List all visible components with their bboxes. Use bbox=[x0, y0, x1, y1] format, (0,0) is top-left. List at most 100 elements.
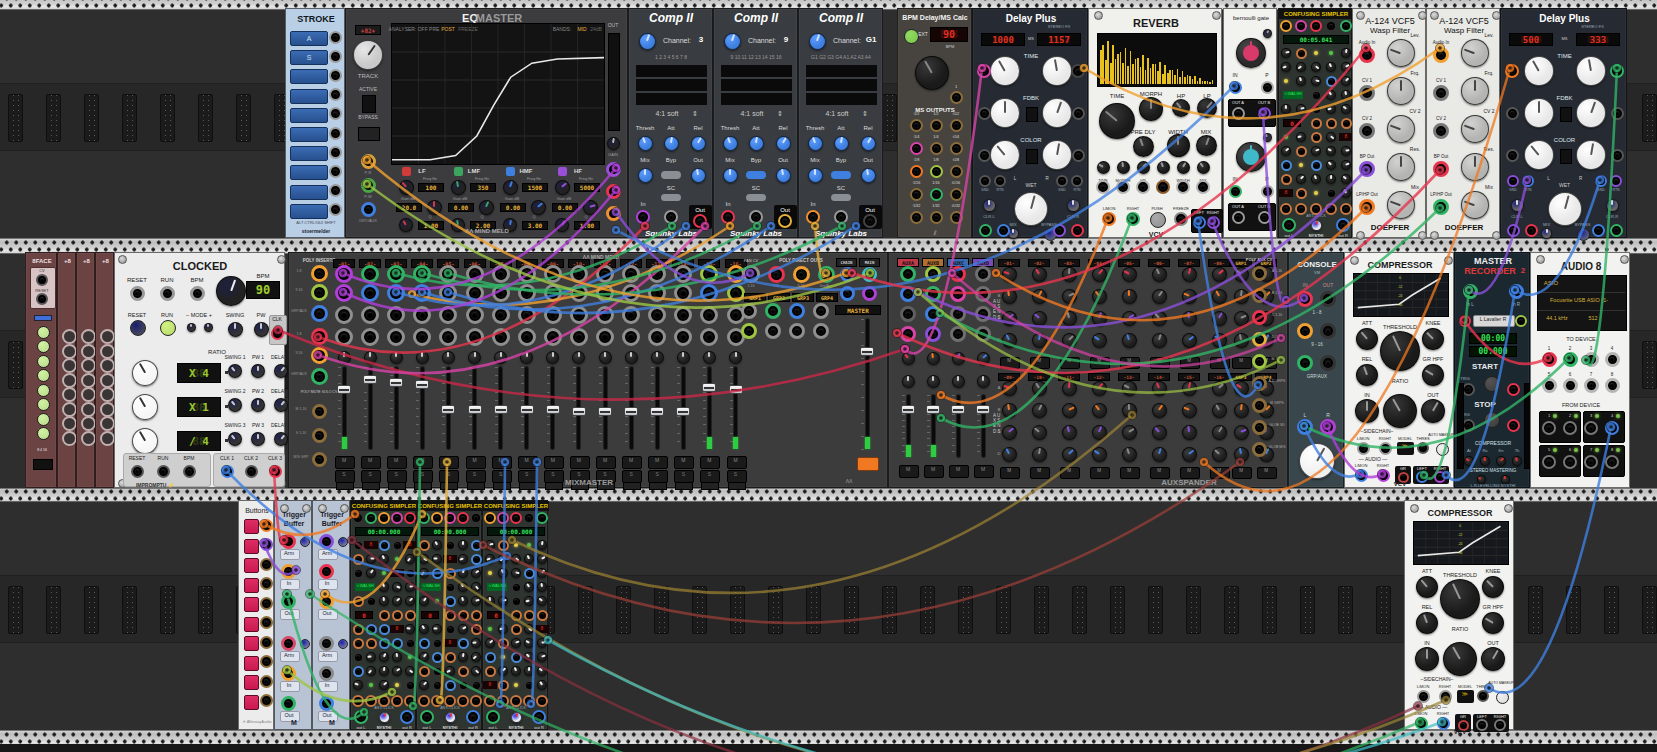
port[interactable] bbox=[485, 652, 496, 663]
port[interactable] bbox=[281, 696, 296, 711]
port[interactable] bbox=[1311, 118, 1322, 129]
port[interactable] bbox=[511, 624, 522, 635]
button[interactable] bbox=[37, 413, 50, 426]
port[interactable] bbox=[863, 214, 877, 228]
trigger-button[interactable] bbox=[244, 597, 259, 612]
knob[interactable] bbox=[1002, 289, 1017, 304]
knob[interactable] bbox=[1422, 364, 1444, 386]
knob[interactable] bbox=[1341, 104, 1351, 114]
knob[interactable] bbox=[1548, 192, 1582, 226]
knob[interactable] bbox=[458, 554, 468, 564]
port[interactable] bbox=[1605, 378, 1620, 393]
port[interactable] bbox=[445, 582, 456, 593]
port[interactable] bbox=[352, 512, 364, 524]
knob[interactable] bbox=[485, 596, 495, 606]
knob[interactable] bbox=[1299, 443, 1335, 479]
knob[interactable] bbox=[442, 351, 455, 364]
knob[interactable] bbox=[1576, 140, 1606, 170]
knob[interactable] bbox=[677, 351, 690, 364]
knob[interactable] bbox=[458, 568, 468, 578]
knob[interactable] bbox=[471, 652, 481, 662]
port[interactable] bbox=[445, 610, 456, 621]
port[interactable] bbox=[1295, 203, 1307, 215]
port[interactable] bbox=[1320, 355, 1336, 371]
port[interactable] bbox=[387, 328, 405, 346]
port[interactable] bbox=[1053, 224, 1066, 237]
knob[interactable] bbox=[405, 554, 415, 564]
knob[interactable] bbox=[729, 351, 742, 364]
knob[interactable] bbox=[1311, 174, 1321, 184]
knob[interactable] bbox=[399, 180, 414, 195]
button[interactable] bbox=[1436, 443, 1449, 456]
knob[interactable] bbox=[537, 652, 547, 662]
port[interactable] bbox=[693, 214, 707, 228]
port[interactable] bbox=[1506, 107, 1519, 120]
knob[interactable] bbox=[1511, 199, 1524, 212]
port[interactable] bbox=[431, 512, 443, 524]
port[interactable] bbox=[432, 680, 443, 691]
knob[interactable] bbox=[405, 596, 415, 606]
preset-button[interactable] bbox=[100, 431, 115, 446]
knob[interactable] bbox=[1167, 134, 1190, 157]
knob[interactable] bbox=[524, 582, 534, 592]
port[interactable] bbox=[518, 265, 536, 283]
knob[interactable] bbox=[445, 666, 455, 676]
port[interactable] bbox=[1311, 90, 1322, 101]
button[interactable] bbox=[37, 369, 50, 382]
port[interactable] bbox=[311, 328, 328, 345]
port[interactable] bbox=[445, 568, 456, 579]
knob[interactable] bbox=[471, 582, 481, 592]
preset-button[interactable] bbox=[81, 387, 96, 402]
knob[interactable] bbox=[1212, 403, 1227, 418]
port[interactable] bbox=[1605, 352, 1620, 367]
port[interactable] bbox=[925, 266, 941, 282]
port[interactable] bbox=[1506, 149, 1519, 162]
port[interactable] bbox=[910, 211, 923, 224]
port[interactable] bbox=[1563, 352, 1578, 367]
port[interactable] bbox=[1325, 203, 1337, 215]
knob[interactable] bbox=[1157, 161, 1170, 174]
knob[interactable] bbox=[498, 596, 508, 606]
knob[interactable] bbox=[638, 168, 653, 183]
port[interactable] bbox=[1542, 421, 1556, 435]
preset-button[interactable] bbox=[62, 344, 77, 359]
knob[interactable] bbox=[405, 582, 415, 592]
knob[interactable] bbox=[251, 432, 265, 446]
port[interactable] bbox=[391, 512, 403, 524]
knob[interactable] bbox=[1296, 132, 1306, 142]
knob[interactable] bbox=[1415, 647, 1439, 671]
port[interactable] bbox=[1193, 216, 1206, 229]
port[interactable] bbox=[319, 564, 334, 579]
fader[interactable] bbox=[650, 407, 664, 416]
knob[interactable] bbox=[1380, 331, 1420, 371]
port[interactable] bbox=[1295, 20, 1307, 32]
port[interactable] bbox=[674, 284, 692, 302]
port[interactable] bbox=[260, 519, 273, 532]
port[interactable] bbox=[975, 266, 991, 282]
port[interactable] bbox=[518, 328, 536, 346]
knob[interactable] bbox=[1197, 98, 1217, 118]
fader[interactable] bbox=[901, 405, 915, 414]
knob[interactable] bbox=[379, 666, 389, 676]
knob[interactable] bbox=[537, 638, 547, 648]
knob[interactable] bbox=[1152, 425, 1167, 440]
knob[interactable] bbox=[1311, 76, 1321, 86]
knob[interactable] bbox=[1117, 161, 1130, 174]
port[interactable] bbox=[498, 638, 509, 649]
preset-button[interactable] bbox=[100, 329, 115, 344]
port[interactable] bbox=[510, 512, 522, 524]
button[interactable] bbox=[160, 320, 176, 336]
port[interactable] bbox=[749, 210, 763, 224]
knob[interactable] bbox=[520, 351, 533, 364]
knob[interactable] bbox=[1311, 62, 1321, 72]
knob[interactable] bbox=[1182, 267, 1197, 282]
fader[interactable] bbox=[337, 385, 351, 394]
port[interactable] bbox=[418, 512, 430, 524]
knob[interactable] bbox=[1387, 39, 1415, 67]
knob[interactable] bbox=[1139, 97, 1163, 121]
stroke-key[interactable] bbox=[290, 146, 328, 161]
port[interactable] bbox=[379, 624, 390, 635]
port[interactable] bbox=[353, 638, 364, 649]
knob[interactable] bbox=[1387, 191, 1415, 219]
knob[interactable] bbox=[1182, 289, 1197, 304]
